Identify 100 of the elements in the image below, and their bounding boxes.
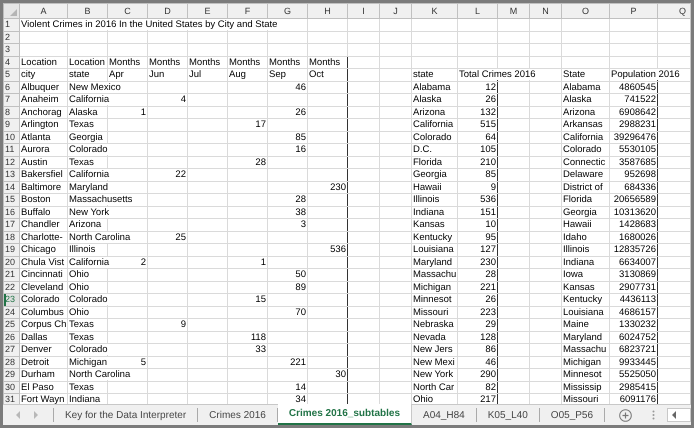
row-number[interactable]: 11 — [4, 144, 20, 156]
table-cell: 536 — [480, 194, 496, 206]
row-number[interactable]: 6 — [4, 81, 20, 94]
column-header[interactable]: K — [412, 4, 458, 18]
table-cell: 221 — [480, 282, 496, 293]
row-number[interactable]: 20 — [4, 256, 20, 268]
row-number[interactable]: 28 — [4, 356, 20, 368]
table-cell: 15 — [255, 294, 266, 306]
table-cell: 4686157 — [619, 306, 656, 318]
table-cell: Texas — [69, 119, 95, 130]
column-header[interactable]: M — [498, 4, 530, 18]
row-number[interactable]: 31 — [4, 394, 20, 404]
column-header[interactable]: J — [380, 4, 412, 18]
row-number[interactable]: 8 — [4, 106, 20, 118]
scroll-right-icon[interactable] — [33, 411, 39, 419]
row-number[interactable]: 19 — [4, 244, 20, 256]
table-cell: Indiana — [563, 256, 596, 268]
table-cell: Population 2016 — [611, 69, 681, 80]
table-cell: 17 — [255, 119, 266, 130]
column-header[interactable]: O — [562, 4, 610, 18]
table-cell: Florida — [413, 156, 444, 168]
column-header[interactable]: P — [610, 4, 658, 18]
table-cell: North Carolina — [69, 369, 132, 380]
table-cell: Maryland — [563, 332, 604, 343]
row-number[interactable]: 22 — [4, 281, 20, 294]
table-cell: 86 — [485, 344, 496, 356]
table-cell: 118 — [250, 332, 266, 343]
row-number[interactable]: 14 — [4, 181, 20, 194]
row-number[interactable]: 18 — [4, 231, 20, 244]
table-cell: Chicago — [21, 244, 57, 256]
row-number[interactable]: 15 — [4, 194, 20, 206]
row-number[interactable]: 3 — [4, 44, 20, 56]
table-cell: Louisiana — [413, 244, 455, 256]
row-number[interactable]: 29 — [4, 368, 20, 381]
table-cell: Florida — [563, 194, 594, 206]
add-sheet-icon[interactable] — [619, 408, 632, 422]
row-number[interactable]: 9 — [4, 118, 20, 131]
table-cell: Location — [69, 56, 106, 68]
row-number[interactable]: 4 — [4, 56, 20, 68]
row-number[interactable]: 26 — [4, 331, 20, 344]
row-number[interactable]: 16 — [4, 206, 20, 218]
row-number[interactable]: 25 — [4, 318, 20, 331]
table-cell: California — [69, 169, 110, 180]
row-number[interactable]: 1 — [4, 18, 20, 31]
table-cell: Nebraska — [413, 319, 455, 330]
row-number[interactable]: 10 — [4, 131, 20, 144]
column-header[interactable]: A — [20, 4, 68, 18]
row-number[interactable]: 17 — [4, 218, 20, 231]
row-number[interactable]: 30 — [4, 381, 20, 394]
table-cell: 89 — [295, 282, 306, 293]
row-number[interactable]: 27 — [4, 344, 20, 356]
table-cell: Corpus Ch — [21, 319, 68, 330]
row-number[interactable]: 13 — [4, 168, 20, 181]
table-cell: 3 — [300, 219, 306, 230]
table-cell: 28 — [255, 156, 266, 168]
table-cell: Ohio — [69, 306, 90, 318]
table-cell: 30 — [335, 369, 346, 380]
column-header[interactable]: D — [148, 4, 188, 18]
sheet-title: Violent Crimes in 2016 In the United States by City and State — [21, 19, 278, 30]
table-cell: Colorado — [413, 132, 453, 143]
splitter-icon[interactable] — [652, 410, 656, 420]
select-all-corner[interactable] — [4, 4, 20, 18]
column-header[interactable]: I — [348, 4, 380, 18]
column-header[interactable]: F — [228, 4, 268, 18]
column-header[interactable]: L — [458, 4, 498, 18]
table-cell: Michigan — [69, 356, 108, 368]
table-cell: 3587685 — [619, 156, 656, 168]
table-cell: Jun — [149, 69, 166, 80]
row-number[interactable]: 7 — [4, 94, 20, 106]
column-header[interactable]: Q — [658, 4, 690, 18]
column-header[interactable]: C — [108, 4, 148, 18]
column-header[interactable]: N — [530, 4, 562, 18]
table-cell: 128 — [480, 332, 496, 343]
table-cell: Months — [229, 56, 262, 68]
horizontal-scrollbar[interactable] — [667, 408, 691, 422]
table-cell: 46 — [295, 82, 306, 93]
column-header[interactable]: E — [188, 4, 228, 18]
column-header[interactable]: B — [68, 4, 108, 18]
table-cell: 2907731 — [619, 282, 656, 293]
table-cell: Baltimore — [21, 182, 62, 193]
sheet-tab[interactable]: Key for the Data Interpreter — [53, 408, 198, 422]
row-number[interactable]: 12 — [4, 156, 20, 168]
sheet-tab[interactable]: Crimes 2016_subtables — [278, 404, 412, 425]
scroll-left-icon[interactable] — [671, 411, 678, 419]
row-number[interactable]: 24 — [4, 306, 20, 318]
table-cell: Location — [21, 56, 58, 68]
row-number[interactable]: 5 — [4, 68, 20, 81]
table-cell: Boston — [21, 194, 52, 206]
table-cell: state — [413, 69, 435, 80]
table-cell: 952698 — [624, 169, 656, 180]
table-cell: 39296476 — [614, 132, 656, 143]
table-cell: Denver — [21, 344, 53, 356]
table-cell: Months — [149, 56, 182, 68]
table-cell: 26 — [485, 94, 496, 106]
row-number[interactable]: 21 — [4, 268, 20, 281]
column-header[interactable]: G — [268, 4, 308, 18]
table-cell: 26 — [485, 294, 496, 306]
row-number[interactable]: 2 — [4, 31, 20, 44]
column-header[interactable]: H — [308, 4, 348, 18]
table-cell: Missouri — [563, 394, 600, 404]
